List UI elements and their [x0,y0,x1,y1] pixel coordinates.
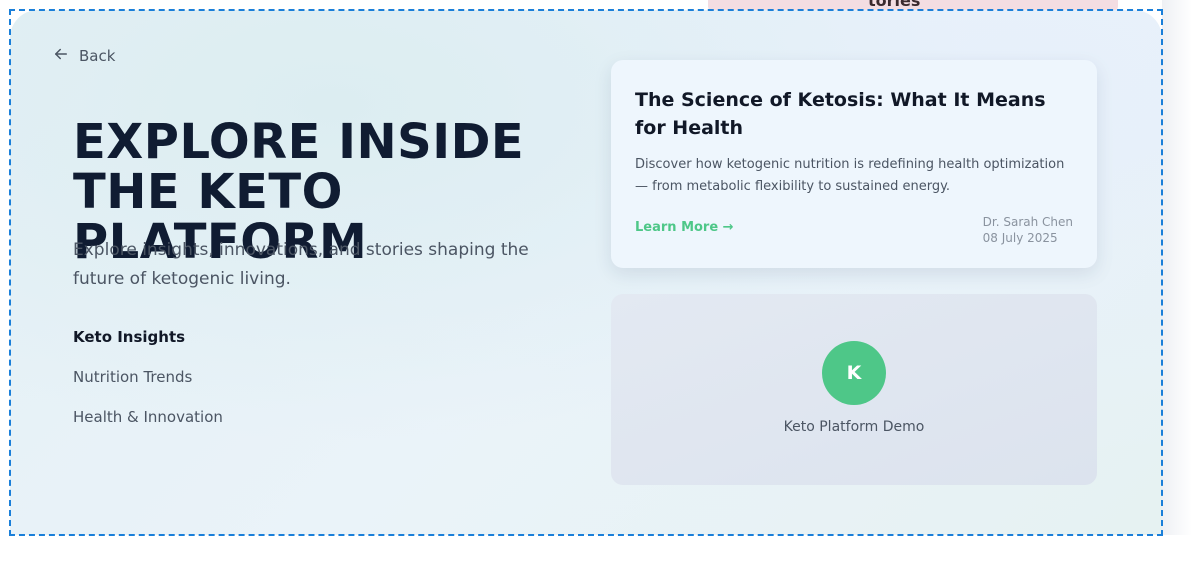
topic-item-health-innovation[interactable]: Health & Innovation [73,408,223,448]
platform-demo-panel[interactable]: K Keto Platform Demo [611,294,1097,485]
back-label: Back [79,47,116,65]
page-subtitle: Explore insights, innovations, and stori… [73,240,529,289]
topic-item-nutrition-trends[interactable]: Nutrition Trends [73,368,223,408]
featured-article-card[interactable]: The Science of Ketosis: What It Means fo… [611,60,1097,268]
page-edge-shadow [1162,0,1192,535]
article-author: Dr. Sarah Chen [982,215,1073,229]
hero-section: Back EXPLORE INSIDE THE KETO PLATFORM Ex… [10,10,1162,535]
demo-avatar: K [822,341,886,405]
article-title: The Science of Ketosis: What It Means fo… [635,89,1046,139]
article-meta: Dr. Sarah Chen 08 July 2025 [983,214,1073,246]
article-description: Discover how ketogenic nutrition is rede… [635,157,1065,194]
article-footer: Learn More → Dr. Sarah Chen 08 July 2025 [635,214,1073,246]
article-date: 08 July 2025 [982,231,1058,245]
topic-nav: Keto Insights Nutrition Trends Health & … [73,328,223,448]
arrow-left-icon [52,45,70,67]
demo-caption: Keto Platform Demo [783,419,925,435]
back-button[interactable]: Back [52,45,115,67]
learn-more-link[interactable]: Learn More → [635,220,734,235]
background-slide-text: tories [868,0,921,10]
topic-item-keto-insights[interactable]: Keto Insights [73,328,223,368]
